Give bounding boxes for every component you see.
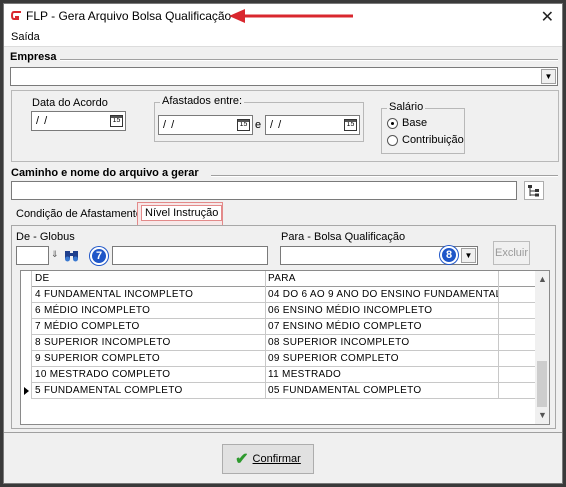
row-indicator xyxy=(21,335,32,351)
excluir-button[interactable]: Excluir xyxy=(493,241,530,265)
de-globus-code-input[interactable] xyxy=(16,246,49,265)
table-row[interactable]: 9 SUPERIOR COMPLETO 09 SUPERIOR COMPLETO xyxy=(21,351,537,367)
row-indicator xyxy=(21,319,32,335)
caminho-input[interactable] xyxy=(11,181,517,200)
table-row[interactable]: 8 SUPERIOR INCOMPLETO 08 SUPERIOR INCOMPL… xyxy=(21,335,537,351)
cell-para[interactable]: 05 FUNDAMENTAL COMPLETO xyxy=(266,383,499,399)
empresa-dropdown-button[interactable]: ▼ xyxy=(541,69,556,84)
cell-de[interactable]: 5 FUNDAMENTAL COMPLETO xyxy=(33,383,266,399)
empresa-divider xyxy=(60,59,558,61)
calendar-icon[interactable]: 15 xyxy=(237,119,250,131)
row-indicator xyxy=(21,303,32,319)
app-logo-icon xyxy=(11,11,21,20)
cell-de[interactable]: 4 FUNDAMENTAL INCOMPLETO xyxy=(33,287,266,303)
radio-base-indicator xyxy=(387,117,398,129)
grid-scrollbar[interactable]: ▲ ▼ xyxy=(535,271,549,424)
caminho-divider xyxy=(211,175,558,177)
cell-para[interactable]: 09 SUPERIOR COMPLETO xyxy=(266,351,499,367)
cell-para[interactable]: 08 SUPERIOR INCOMPLETO xyxy=(266,335,499,351)
empresa-label: Empresa xyxy=(10,51,57,63)
annotation-badge-8: 8 xyxy=(440,246,458,264)
empresa-select[interactable]: ▼ xyxy=(10,67,558,86)
scroll-up-icon[interactable]: ▲ xyxy=(538,274,547,284)
row-indicator xyxy=(21,367,32,383)
pin-icon: ⇓ xyxy=(51,249,59,259)
binoculars-icon xyxy=(64,251,78,262)
data-acordo-label: Data do Acordo xyxy=(32,97,108,109)
grid-header-indicator xyxy=(21,271,32,287)
cell-de[interactable]: 6 MÉDIO INCOMPLETO xyxy=(33,303,266,319)
cell-para[interactable]: 06 ENSINO MÉDIO INCOMPLETO xyxy=(266,303,499,319)
cell-de[interactable]: 7 MÉDIO COMPLETO xyxy=(33,319,266,335)
chevron-down-icon: ▼ xyxy=(464,251,473,260)
tab-nivel-instrucao[interactable]: Nível Instrução xyxy=(141,205,223,221)
scrollbar-thumb[interactable] xyxy=(537,361,547,407)
radio-base[interactable]: Base xyxy=(387,117,427,129)
current-row-indicator-icon xyxy=(21,383,32,399)
title-bar: FLP - Gera Arquivo Bolsa Qualificação ✕ xyxy=(4,4,562,28)
column-header-de[interactable]: DE xyxy=(33,271,266,287)
confirmar-label: Confirmar xyxy=(252,453,301,465)
data-acordo-value: / / xyxy=(36,115,49,127)
table-row[interactable]: 7 MÉDIO COMPLETO 07 ENSINO MÉDIO COMPLETO xyxy=(21,319,537,335)
afastados-separator: e xyxy=(255,119,262,131)
cell-de[interactable]: 8 SUPERIOR INCOMPLETO xyxy=(33,335,266,351)
para-bolsa-dropdown-button[interactable]: ▼ xyxy=(461,248,476,263)
cell-para[interactable]: 07 ENSINO MÉDIO COMPLETO xyxy=(266,319,499,335)
calendar-icon[interactable]: 15 xyxy=(344,119,357,131)
check-icon: ✔ xyxy=(235,451,249,468)
radio-base-label: Base xyxy=(402,117,428,129)
table-row[interactable]: 10 MESTRADO COMPLETO 11 MESTRADO xyxy=(21,367,537,383)
calendar-icon[interactable]: 15 xyxy=(110,115,123,127)
afastados-from-field[interactable]: / / 15 xyxy=(158,115,253,135)
menu-bar: Saída xyxy=(4,28,562,47)
window-title: FLP - Gera Arquivo Bolsa Qualificação xyxy=(26,9,232,23)
cell-para[interactable]: 04 DO 6 AO 9 ANO DO ENSINO FUNDAMENTAL xyxy=(266,287,499,303)
cell-de[interactable]: 9 SUPERIOR COMPLETO xyxy=(33,351,266,367)
table-row[interactable]: 5 FUNDAMENTAL COMPLETO 05 FUNDAMENTAL COM… xyxy=(21,383,537,399)
afastados-label: Afastados entre: xyxy=(160,95,245,107)
search-button[interactable] xyxy=(62,246,80,265)
folder-tree-icon xyxy=(528,184,539,196)
main-window: FLP - Gera Arquivo Bolsa Qualificação ✕ … xyxy=(3,3,563,484)
afastados-to-field[interactable]: / / 15 xyxy=(265,115,360,135)
confirmar-button[interactable]: ✔ Confirmar xyxy=(222,444,314,474)
para-bolsa-label: Para - Bolsa Qualificação xyxy=(281,231,406,243)
scroll-down-icon[interactable]: ▼ xyxy=(538,410,547,420)
bottom-bar: ✔ Confirmar xyxy=(4,432,562,483)
de-globus-description-input[interactable] xyxy=(112,246,268,265)
de-globus-label: De - Globus xyxy=(16,231,75,243)
cell-de[interactable]: 10 MESTRADO COMPLETO xyxy=(33,367,266,383)
radio-contribuicao-label: Contribuição xyxy=(402,134,464,146)
salario-group xyxy=(381,108,465,154)
grid-header: DE PARA xyxy=(21,271,537,287)
menu-item-saida[interactable]: Saída xyxy=(11,31,40,43)
row-indicator xyxy=(21,287,32,303)
caminho-label: Caminho e nome do arquivo a gerar xyxy=(11,167,199,179)
annotation-badge-7: 7 xyxy=(90,247,108,265)
annotation-arrow-icon xyxy=(229,9,353,23)
tab-condicao-afastamento[interactable]: Condição de Afastamento xyxy=(16,208,142,220)
afastados-from-value: / / xyxy=(163,119,176,131)
mapping-grid: DE PARA 4 FUNDAMENTAL INCOMPLETO 04 DO 6 … xyxy=(20,270,550,425)
table-row[interactable]: 4 FUNDAMENTAL INCOMPLETO 04 DO 6 AO 9 ANO… xyxy=(21,287,537,303)
data-acordo-field[interactable]: / / 15 xyxy=(31,111,126,131)
radio-contribuicao-indicator xyxy=(387,134,398,146)
radio-contribuicao[interactable]: Contribuição xyxy=(387,134,464,146)
row-indicator xyxy=(21,351,32,367)
chevron-down-icon: ▼ xyxy=(544,72,553,81)
browse-button[interactable] xyxy=(524,181,544,200)
salario-label: Salário xyxy=(387,101,426,113)
column-header-para[interactable]: PARA xyxy=(266,271,499,287)
close-button[interactable]: ✕ xyxy=(541,7,554,27)
cell-para[interactable]: 11 MESTRADO xyxy=(266,367,499,383)
afastados-to-value: / / xyxy=(270,119,283,131)
table-row[interactable]: 6 MÉDIO INCOMPLETO 06 ENSINO MÉDIO INCOMP… xyxy=(21,303,537,319)
